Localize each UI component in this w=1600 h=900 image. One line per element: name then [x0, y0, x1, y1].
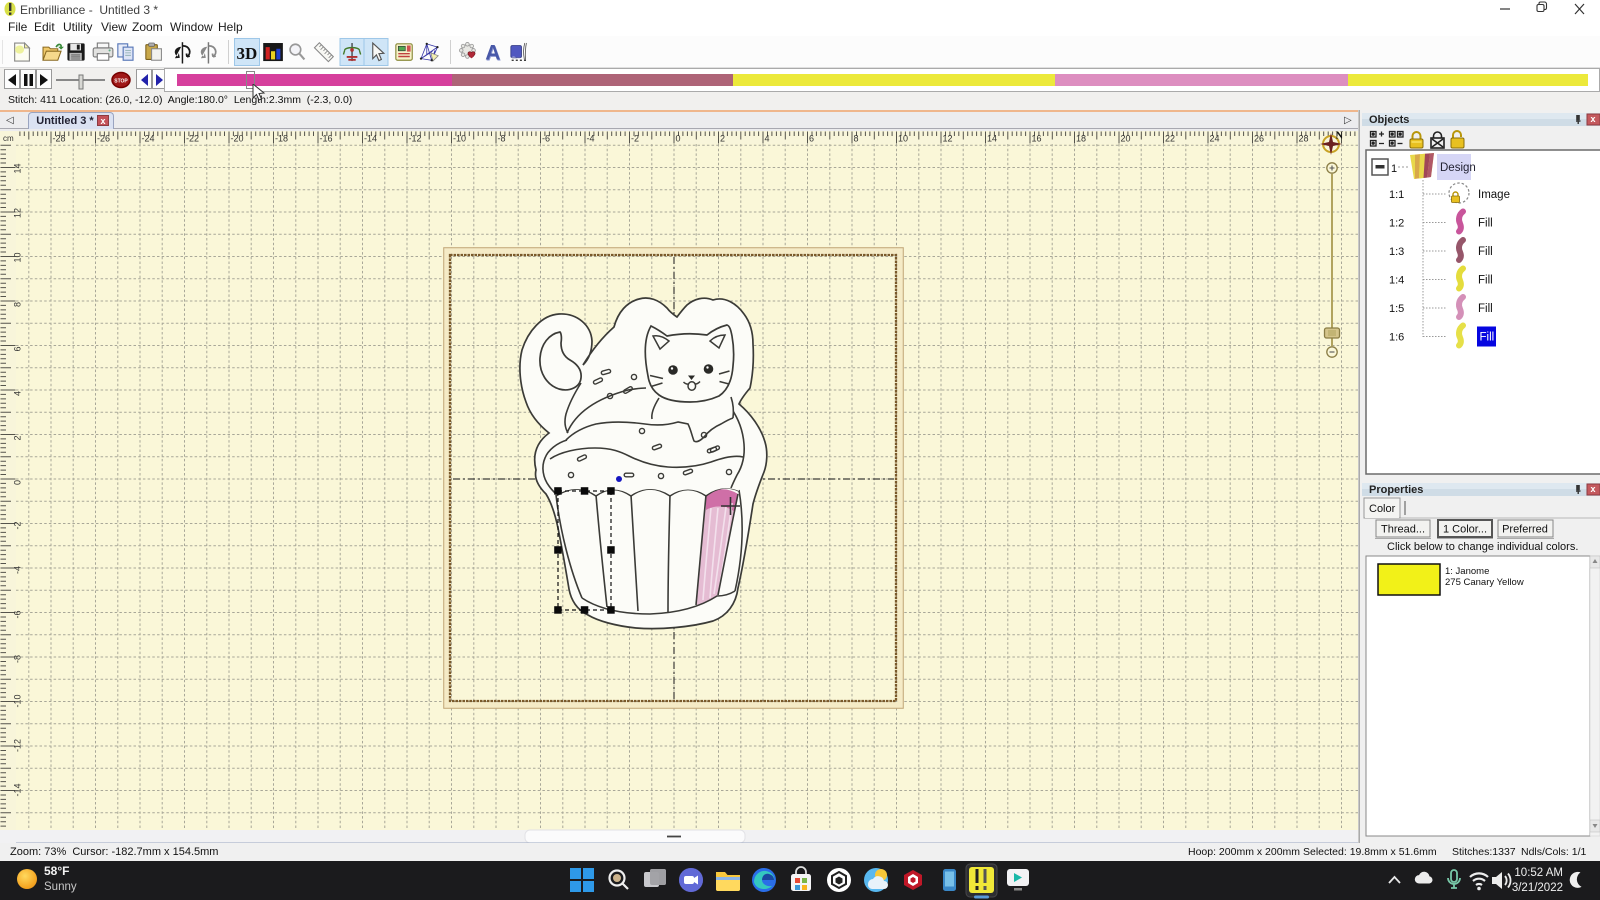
svg-text:Fill: Fill	[1478, 246, 1493, 258]
svg-text:-22: -22	[186, 134, 199, 144]
svg-text:-18: -18	[275, 134, 288, 144]
svg-text:28: 28	[1299, 134, 1309, 144]
svg-text:12: 12	[943, 134, 953, 144]
svg-text:-8: -8	[13, 655, 23, 663]
svg-text:Fill: Fill	[1480, 332, 1495, 344]
svg-text:22: 22	[1165, 134, 1175, 144]
svg-text:3D: 3D	[237, 44, 258, 63]
svg-text:1:4: 1:4	[1389, 275, 1404, 287]
svg-text:Fill: Fill	[1478, 218, 1493, 230]
svg-text:1 Color...: 1 Color...	[1443, 524, 1487, 536]
svg-text:-24: -24	[142, 134, 155, 144]
svg-text:1:5: 1:5	[1389, 303, 1404, 315]
svg-text:Objects: Objects	[1369, 114, 1409, 126]
svg-text:4: 4	[13, 391, 23, 396]
svg-text:-20: -20	[231, 134, 244, 144]
svg-text:-28: -28	[53, 134, 66, 144]
svg-text:10: 10	[13, 252, 23, 262]
svg-text:1: 1	[1391, 163, 1397, 175]
svg-text:Design: Design	[1440, 162, 1476, 174]
svg-text:-2: -2	[631, 134, 639, 144]
svg-text:2: 2	[13, 435, 23, 440]
svg-text:-6: -6	[13, 610, 23, 618]
svg-text:Thread...: Thread...	[1381, 524, 1425, 536]
svg-text:-12: -12	[409, 134, 422, 144]
svg-text:STOP: STOP	[114, 79, 128, 85]
svg-text:1: Janome: 1: Janome	[1445, 566, 1489, 577]
svg-text:Click below to change individu: Click below to change individual colors.	[1387, 541, 1578, 553]
svg-text:-10: -10	[453, 134, 466, 144]
svg-text:-26: -26	[97, 134, 110, 144]
svg-text:24: 24	[1210, 134, 1220, 144]
svg-text:10: 10	[898, 134, 908, 144]
svg-text:N: N	[1336, 131, 1344, 142]
svg-text:Fill: Fill	[1478, 303, 1493, 315]
svg-text:-14: -14	[364, 134, 377, 144]
svg-text:0: 0	[676, 134, 681, 144]
svg-text:18: 18	[1076, 134, 1086, 144]
svg-text:58°F: 58°F	[44, 864, 69, 878]
svg-text:Color: Color	[1369, 503, 1396, 515]
svg-text:Image: Image	[1478, 189, 1510, 201]
svg-text:Preferred: Preferred	[1502, 524, 1548, 536]
svg-text:x: x	[1591, 114, 1596, 124]
svg-text:-4: -4	[587, 134, 595, 144]
svg-text:2: 2	[720, 134, 725, 144]
svg-text:Sunny: Sunny	[44, 881, 77, 893]
svg-text:20: 20	[1121, 134, 1131, 144]
svg-text:275 Canary Yellow: 275 Canary Yellow	[1445, 577, 1524, 588]
svg-text:-8: -8	[498, 134, 506, 144]
svg-text:-6: -6	[542, 134, 550, 144]
svg-text:1:6: 1:6	[1389, 332, 1404, 344]
svg-text:8: 8	[854, 134, 859, 144]
svg-text:-14: -14	[13, 783, 23, 796]
svg-text:26: 26	[1254, 134, 1264, 144]
svg-text:-16: -16	[320, 134, 333, 144]
svg-text:Properties: Properties	[1369, 484, 1423, 496]
svg-text:-10: -10	[13, 694, 23, 707]
svg-text:14: 14	[987, 134, 997, 144]
svg-text:6: 6	[13, 346, 23, 351]
svg-text:0: 0	[13, 480, 23, 485]
svg-text:A: A	[485, 42, 500, 65]
svg-text:14: 14	[13, 163, 23, 173]
svg-text:1:3: 1:3	[1389, 246, 1404, 258]
svg-text:1:1: 1:1	[1389, 189, 1404, 201]
svg-text:-2: -2	[13, 521, 23, 529]
svg-text:-4: -4	[13, 566, 23, 574]
svg-text:Fill: Fill	[1478, 275, 1493, 287]
svg-text:1:2: 1:2	[1389, 218, 1404, 230]
svg-text:8: 8	[13, 302, 23, 307]
svg-text:-12: -12	[13, 739, 23, 752]
svg-text:10:52 AM: 10:52 AM	[1514, 867, 1563, 879]
svg-text:cm: cm	[3, 134, 14, 143]
svg-text:4: 4	[765, 134, 770, 144]
svg-text:x: x	[1591, 484, 1596, 494]
svg-text:3/21/2022: 3/21/2022	[1512, 882, 1563, 894]
svg-text:16: 16	[1032, 134, 1042, 144]
svg-text:12: 12	[13, 208, 23, 218]
svg-text:6: 6	[809, 134, 814, 144]
